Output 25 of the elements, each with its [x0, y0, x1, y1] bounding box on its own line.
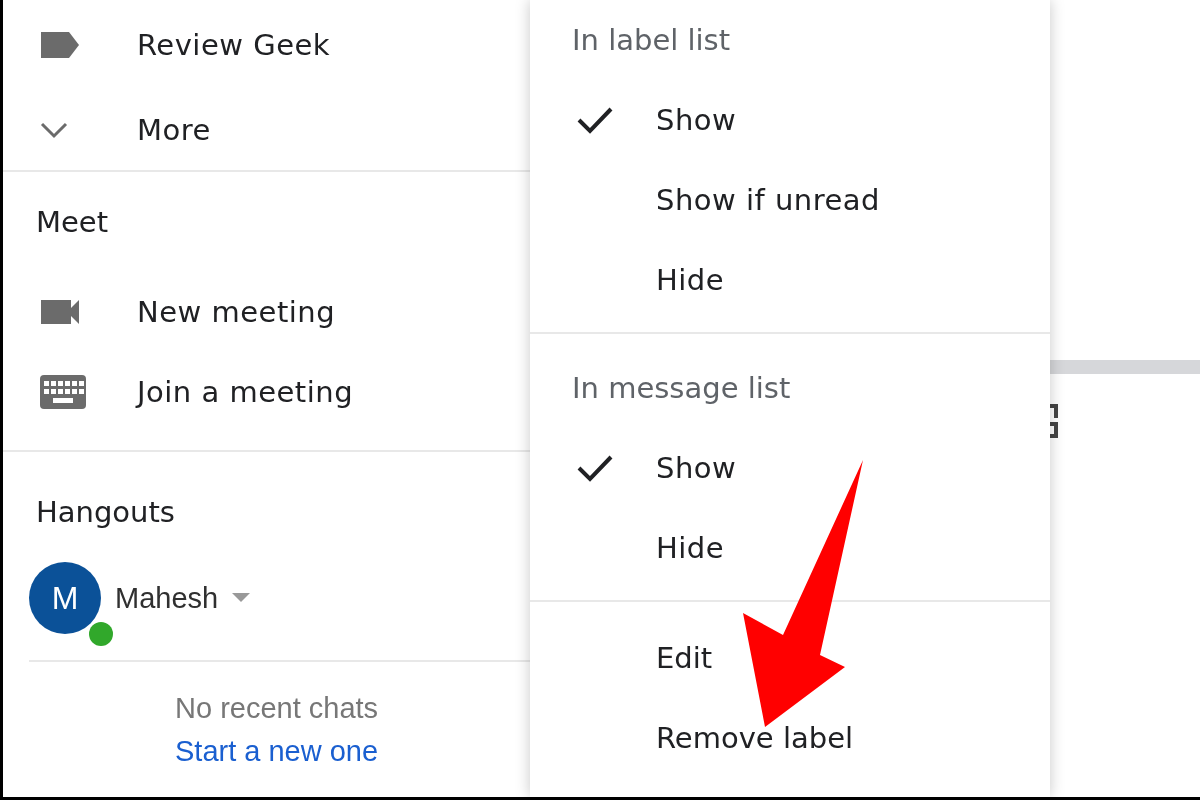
menu-option[interactable]: Show: [530, 80, 1050, 160]
section-title: Meet: [35, 204, 110, 241]
keyboard-icon: [39, 374, 87, 410]
video-camera-icon: [39, 298, 81, 326]
menu-action[interactable]: Edit: [530, 618, 1050, 698]
dropdown-caret-icon[interactable]: [232, 593, 251, 603]
section-title: Hangouts: [35, 494, 176, 531]
sidebar-item[interactable]: New meeting: [3, 272, 530, 352]
toolbar-icon[interactable]: [1050, 404, 1060, 438]
label-icon: [39, 30, 81, 60]
start-chat-link[interactable]: Start a new one: [175, 735, 379, 768]
menu-section-title: In label list: [571, 22, 732, 59]
menu-option[interactable]: Show: [530, 428, 1050, 508]
user-name[interactable]: Mahesh: [115, 581, 219, 615]
menu-option[interactable]: Hide: [530, 508, 1050, 588]
sidebar-item[interactable]: Join a meeting: [3, 352, 530, 432]
sidebar-item[interactable]: More: [3, 90, 530, 170]
menu-action[interactable]: Remove label: [530, 698, 1050, 778]
avatar[interactable]: M: [29, 562, 101, 634]
menu-option[interactable]: Show if unread: [530, 160, 1050, 240]
empty-chats-text: No recent chats: [175, 692, 379, 725]
chevron-down-icon: [39, 121, 69, 139]
sidebar-item[interactable]: Review Geek: [3, 0, 530, 90]
menu-option[interactable]: Hide: [530, 240, 1050, 320]
menu-section-title: In message list: [571, 370, 792, 407]
